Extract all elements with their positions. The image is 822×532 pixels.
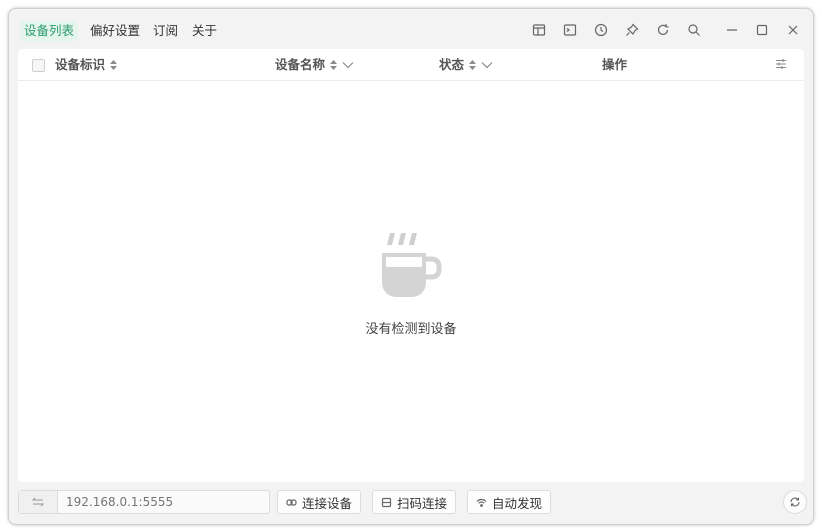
- layout-icon[interactable]: [530, 21, 548, 39]
- empty-state: 没有检测到设备: [18, 229, 804, 337]
- menu-device-list[interactable]: 设备列表: [20, 21, 79, 41]
- filter-chevron-icon[interactable]: [481, 61, 493, 69]
- sort-icon[interactable]: [109, 59, 118, 71]
- menu-preferences[interactable]: 偏好设置: [90, 21, 140, 41]
- address-input[interactable]: [58, 494, 268, 510]
- pin-icon[interactable]: [623, 21, 641, 39]
- coffee-cup-icon: [376, 229, 446, 301]
- clock-icon[interactable]: [592, 21, 610, 39]
- maximize-icon[interactable]: [753, 21, 771, 39]
- refresh-icon[interactable]: [654, 21, 672, 39]
- menu-about[interactable]: 关于: [192, 21, 217, 41]
- link-icon: [286, 498, 297, 506]
- column-device-id[interactable]: 设备标识: [55, 49, 118, 80]
- top-bar: 设备列表 偏好设置 订阅 关于: [9, 9, 813, 49]
- scan-icon: [381, 497, 392, 507]
- bottom-bar: 连接设备 扫码连接 自动发现: [9, 486, 813, 516]
- menu-subscription[interactable]: 订阅: [153, 21, 178, 41]
- connect-device-button[interactable]: 连接设备: [277, 490, 362, 514]
- column-status[interactable]: 状态: [439, 49, 493, 80]
- select-all-checkbox[interactable]: [32, 59, 45, 72]
- device-table-panel: 设备标识 设备名称 状态 操作 没有检测到设备: [18, 49, 804, 482]
- sync-icon: [790, 497, 800, 507]
- auto-discover-button[interactable]: 自动发现: [467, 490, 552, 514]
- sort-icon[interactable]: [468, 59, 477, 71]
- scan-connect-button[interactable]: 扫码连接: [372, 490, 457, 514]
- column-device-name[interactable]: 设备名称: [275, 49, 354, 80]
- search-icon[interactable]: [685, 21, 703, 39]
- empty-message: 没有检测到设备: [365, 322, 457, 337]
- minimize-icon[interactable]: [723, 21, 741, 39]
- app-window: 设备列表 偏好设置 订阅 关于 设备标识 设备名称 状态 操作 没有检测到设备 …: [8, 8, 814, 525]
- filter-chevron-icon[interactable]: [342, 61, 354, 69]
- table-header: 设备标识 设备名称 状态 操作: [18, 49, 804, 81]
- address-box: [18, 490, 270, 514]
- close-icon[interactable]: [784, 21, 802, 39]
- refresh-devices-button[interactable]: [783, 490, 807, 514]
- sort-icon[interactable]: [329, 59, 338, 71]
- swap-icon[interactable]: [19, 491, 58, 513]
- column-actions: 操作: [602, 57, 628, 72]
- terminal-icon[interactable]: [561, 21, 579, 39]
- wifi-icon: [476, 498, 487, 507]
- column-settings-icon[interactable]: [774, 57, 788, 71]
